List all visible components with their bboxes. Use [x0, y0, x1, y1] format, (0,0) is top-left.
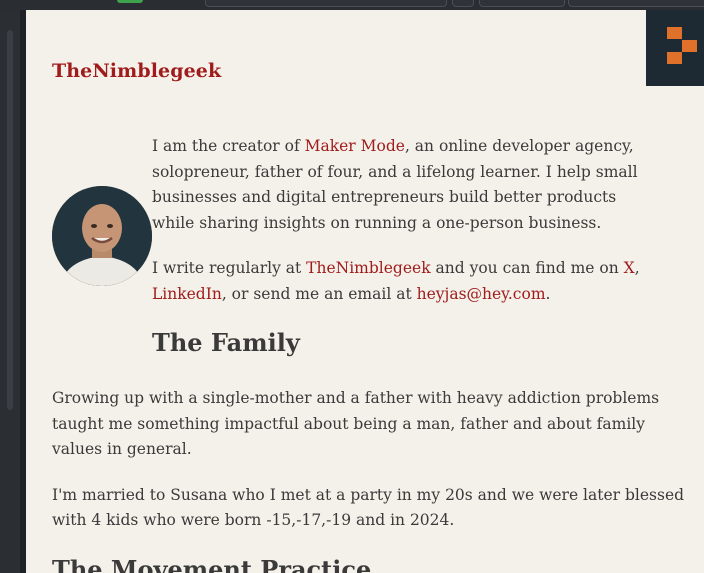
status-indicator	[117, 0, 143, 3]
avatar-portrait-icon	[52, 186, 152, 286]
period: .	[545, 284, 551, 303]
avatar	[52, 186, 152, 286]
contact-paragraph: I write regularly at TheNimblegeek and y…	[152, 256, 662, 307]
site-logo-icon[interactable]	[646, 10, 704, 86]
intro-paragraph: I am the creator of Maker Mode, an onlin…	[152, 134, 662, 236]
intro-section: I am the creator of Maker Mode, an onlin…	[152, 134, 662, 327]
family-section: Growing up with a single-mother and a fa…	[52, 386, 692, 554]
logo-block	[667, 52, 682, 64]
intro-text: I am the creator of	[152, 137, 305, 155]
contact-text: I write regularly at	[152, 259, 307, 277]
comma: ,	[634, 259, 640, 277]
family-heading: The Family	[152, 328, 300, 357]
address-bar[interactable]	[205, 0, 447, 7]
site-title-link[interactable]: TheNimblegeek	[52, 60, 221, 82]
linkedin-link[interactable]: LinkedIn	[152, 285, 222, 303]
x-link[interactable]: X	[624, 259, 635, 277]
email-link[interactable]: heyjas@hey.com	[417, 285, 546, 303]
side-panel	[0, 10, 20, 573]
contact-text: and you can find me on	[430, 259, 624, 277]
scrollbar[interactable]	[7, 30, 13, 410]
page-content: TheNimblegeek I am the creator of Maker …	[26, 10, 704, 573]
toolbar-button[interactable]	[452, 0, 474, 7]
family-paragraph-1: Growing up with a single-mother and a fa…	[52, 389, 660, 458]
movement-heading: The Movement Practice	[52, 555, 372, 573]
browser-top-bar	[0, 0, 704, 10]
toolbar-button[interactable]	[568, 0, 704, 7]
family-paragraph-2: I'm married to Susana who I met at a par…	[52, 485, 685, 530]
nimblegeek-link[interactable]: TheNimblegeek	[306, 259, 430, 277]
logo-block	[667, 27, 682, 39]
logo-block	[682, 40, 697, 52]
contact-text: , or send me an email at	[221, 284, 417, 303]
maker-mode-link[interactable]: Maker Mode	[305, 137, 405, 155]
toolbar-button[interactable]	[479, 0, 565, 7]
